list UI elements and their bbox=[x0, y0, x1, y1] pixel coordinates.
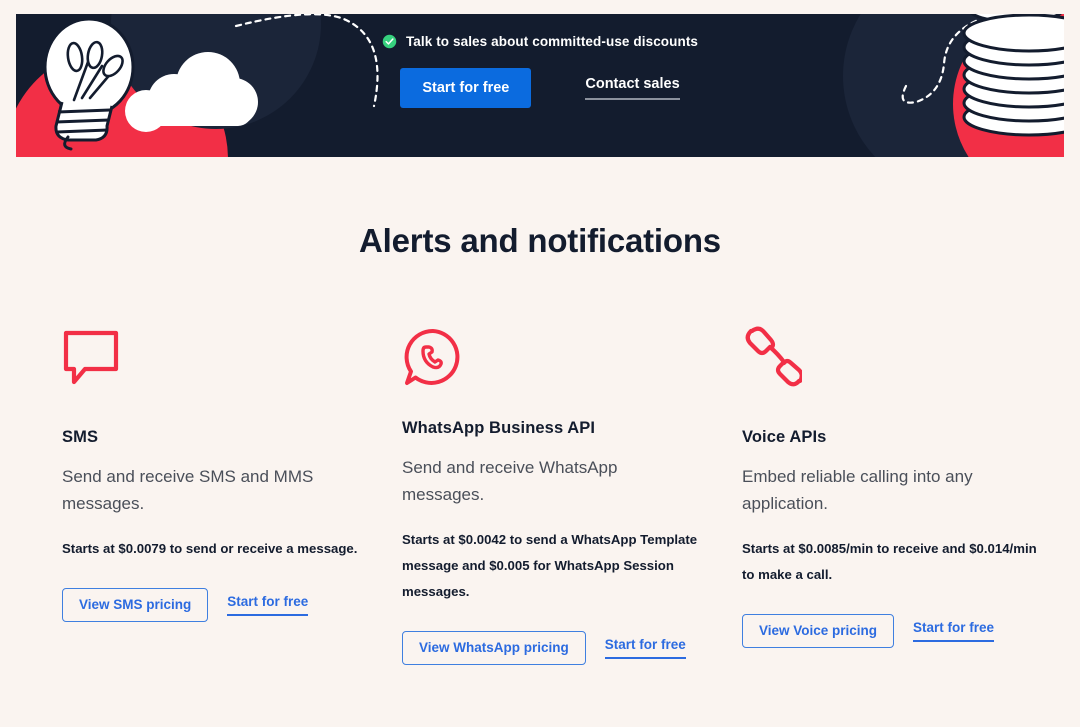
sms-start-for-free-link[interactable]: Start for free bbox=[227, 594, 308, 616]
view-sms-pricing-button[interactable]: View SMS pricing bbox=[62, 588, 208, 622]
page-title: Alerts and notifications bbox=[0, 222, 1080, 260]
banner-eyebrow-text: Talk to sales about committed-use discou… bbox=[406, 34, 698, 49]
chat-bubble-icon bbox=[62, 322, 120, 392]
product-title-sms: SMS bbox=[62, 428, 402, 447]
phone-handset-icon bbox=[742, 322, 802, 392]
product-description-whatsapp: Send and receive WhatsApp messages. bbox=[402, 454, 670, 508]
banner-contact-sales-link[interactable]: Contact sales bbox=[585, 76, 679, 100]
product-actions-voice: View Voice pricing Start for free bbox=[742, 614, 1080, 648]
product-actions-sms: View SMS pricing Start for free bbox=[62, 588, 402, 622]
product-actions-whatsapp: View WhatsApp pricing Start for free bbox=[402, 631, 742, 665]
product-description-voice: Embed reliable calling into any applicat… bbox=[742, 463, 1010, 517]
voice-start-for-free-link[interactable]: Start for free bbox=[913, 620, 994, 642]
product-description-sms: Send and receive SMS and MMS messages. bbox=[62, 463, 330, 517]
product-column-whatsapp: WhatsApp Business API Send and receive W… bbox=[402, 322, 742, 665]
product-price-whatsapp: Starts at $0.0042 to send a WhatsApp Tem… bbox=[402, 527, 702, 605]
check-circle-icon bbox=[382, 34, 397, 49]
product-title-voice: Voice APIs bbox=[742, 428, 1080, 447]
view-voice-pricing-button[interactable]: View Voice pricing bbox=[742, 614, 894, 648]
promo-banner: Talk to sales about committed-use discou… bbox=[16, 14, 1064, 157]
product-column-voice: Voice APIs Embed reliable calling into a… bbox=[742, 322, 1080, 648]
banner-eyebrow: Talk to sales about committed-use discou… bbox=[382, 34, 698, 49]
product-title-whatsapp: WhatsApp Business API bbox=[402, 419, 742, 438]
product-price-sms: Starts at $0.0079 to send or receive a m… bbox=[62, 536, 362, 562]
banner-actions: Start for free Contact sales bbox=[400, 68, 679, 108]
banner-start-for-free-button[interactable]: Start for free bbox=[400, 68, 531, 108]
view-whatsapp-pricing-button[interactable]: View WhatsApp pricing bbox=[402, 631, 586, 665]
product-columns: SMS Send and receive SMS and MMS message… bbox=[62, 322, 1022, 665]
whatsapp-start-for-free-link[interactable]: Start for free bbox=[605, 637, 686, 659]
product-price-voice: Starts at $0.0085/min to receive and $0.… bbox=[742, 536, 1042, 588]
whatsapp-icon bbox=[402, 322, 464, 392]
product-column-sms: SMS Send and receive SMS and MMS message… bbox=[62, 322, 402, 622]
pricing-page: Talk to sales about committed-use discou… bbox=[0, 0, 1080, 727]
